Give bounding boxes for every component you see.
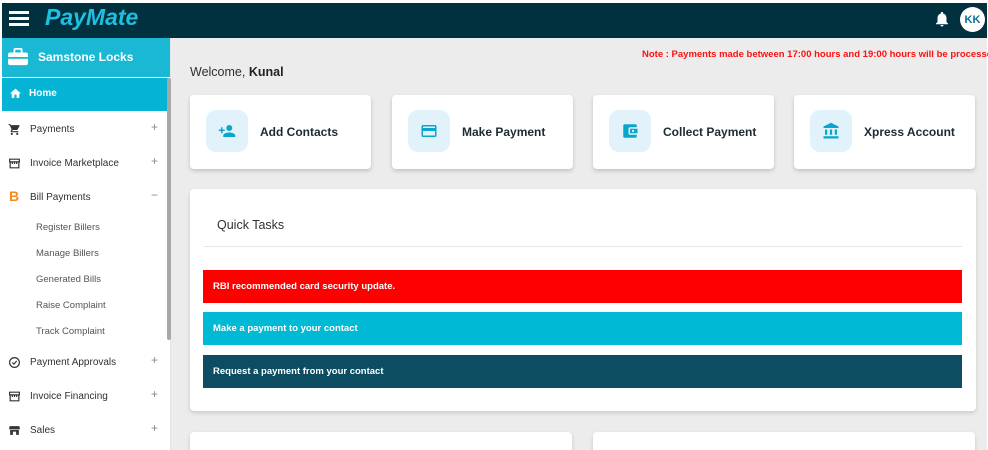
app-logo: PayMate bbox=[45, 4, 139, 30]
sidebar-item-label: Home bbox=[29, 88, 57, 99]
card-label: Make Payment bbox=[462, 125, 546, 139]
collect-payment-card[interactable]: Collect Payment bbox=[593, 95, 774, 169]
expand-toggle[interactable]: + bbox=[151, 421, 158, 435]
sidebar-item-label: Invoice Marketplace bbox=[30, 158, 119, 169]
bottom-card-left bbox=[190, 432, 572, 450]
sidebar-subitem-raise-complaint[interactable]: Raise Complaint bbox=[36, 300, 106, 311]
sidebar: Samstone Locks Home Payments + Invoice M… bbox=[2, 38, 171, 450]
bank-icon bbox=[810, 110, 852, 152]
sidebar-item-bill-payments[interactable]: B Bill Payments − bbox=[2, 183, 167, 211]
add-person-icon bbox=[206, 110, 248, 152]
task-make-payment[interactable]: Make a payment to your contact bbox=[203, 312, 962, 345]
expand-toggle[interactable]: + bbox=[151, 387, 158, 401]
bill-b-icon: B bbox=[9, 188, 20, 204]
company-name: Samstone Locks bbox=[38, 50, 134, 64]
sidebar-item-label: Invoice Financing bbox=[30, 391, 108, 402]
make-payment-card[interactable]: Make Payment bbox=[392, 95, 573, 169]
user-name: Kunal bbox=[248, 65, 284, 79]
top-bar: PayMate KK bbox=[2, 3, 987, 38]
cart-icon bbox=[8, 124, 20, 135]
sidebar-item-invoice-marketplace[interactable]: Invoice Marketplace + bbox=[2, 149, 167, 177]
check-circle-icon bbox=[9, 357, 20, 368]
sidebar-item-invoice-financing[interactable]: Invoice Financing + bbox=[2, 382, 167, 410]
processing-note: Note : Payments made between 17:00 hours… bbox=[642, 49, 988, 60]
collapse-toggle[interactable]: − bbox=[151, 188, 158, 202]
bottom-card-right bbox=[593, 432, 975, 450]
sidebar-item-home[interactable]: Home bbox=[2, 78, 168, 111]
sidebar-subitem-register-billers[interactable]: Register Billers bbox=[36, 222, 100, 233]
bell-icon[interactable] bbox=[933, 10, 951, 28]
wallet-icon bbox=[609, 110, 651, 152]
card-label: Add Contacts bbox=[260, 125, 338, 139]
quick-tasks-panel: Quick Tasks RBI recommended card securit… bbox=[190, 189, 976, 411]
sidebar-item-sales[interactable]: Sales + bbox=[2, 416, 167, 444]
sidebar-item-label: Bill Payments bbox=[30, 192, 91, 203]
sidebar-item-label: Payments bbox=[30, 124, 75, 135]
main-content: Note : Payments made between 17:00 hours… bbox=[171, 38, 988, 450]
card-label: Collect Payment bbox=[663, 125, 757, 139]
sidebar-item-label: Payment Approvals bbox=[30, 357, 117, 368]
welcome-message: Welcome, Kunal bbox=[190, 65, 284, 79]
user-avatar[interactable]: KK bbox=[960, 7, 985, 32]
task-rbi-security-update[interactable]: RBI recommended card security update. bbox=[203, 270, 962, 303]
xpress-account-card[interactable]: Xpress Account bbox=[794, 95, 975, 169]
welcome-prefix: Welcome, bbox=[190, 65, 246, 79]
store-icon bbox=[9, 391, 20, 402]
task-request-payment[interactable]: Request a payment from your contact bbox=[203, 355, 962, 388]
company-header: Samstone Locks bbox=[2, 38, 170, 77]
sidebar-item-payment-approvals[interactable]: Payment Approvals + bbox=[2, 348, 167, 376]
quick-tasks-title: Quick Tasks bbox=[217, 218, 285, 232]
sidebar-subitem-track-complaint[interactable]: Track Complaint bbox=[36, 326, 105, 337]
add-contacts-card[interactable]: Add Contacts bbox=[190, 95, 371, 169]
home-icon bbox=[10, 88, 21, 98]
sidebar-subitem-manage-billers[interactable]: Manage Billers bbox=[36, 248, 99, 259]
credit-card-icon bbox=[408, 110, 450, 152]
expand-toggle[interactable]: + bbox=[151, 120, 158, 134]
card-label: Xpress Account bbox=[864, 125, 955, 139]
expand-toggle[interactable]: + bbox=[151, 353, 158, 367]
hamburger-icon[interactable] bbox=[9, 11, 29, 29]
divider bbox=[204, 246, 962, 247]
storefront-icon bbox=[9, 426, 20, 435]
sidebar-item-payments[interactable]: Payments + bbox=[2, 115, 167, 143]
sidebar-item-label: Sales bbox=[30, 425, 56, 436]
store-icon bbox=[9, 158, 20, 169]
sidebar-subitem-generated-bills[interactable]: Generated Bills bbox=[36, 274, 101, 285]
expand-toggle[interactable]: + bbox=[151, 154, 158, 168]
briefcase-icon bbox=[8, 48, 28, 66]
